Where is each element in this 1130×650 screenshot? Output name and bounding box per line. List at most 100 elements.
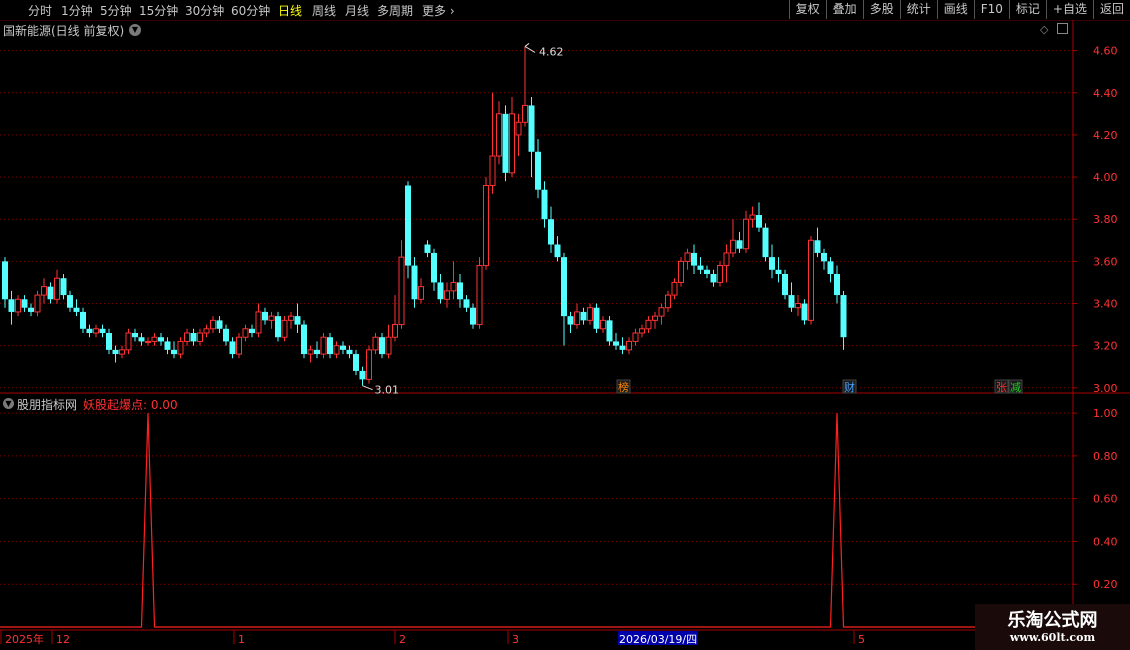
- candle-body: [652, 315, 658, 321]
- candle-body: [619, 345, 626, 350]
- candle-body: [28, 307, 34, 312]
- candle-body: [645, 319, 652, 330]
- price-tick-label: 4.00: [1093, 171, 1118, 184]
- event-marker-2: 张: [996, 381, 1007, 394]
- candle-body: [307, 349, 314, 355]
- candle-body: [567, 316, 574, 325]
- candle-body: [808, 239, 814, 321]
- price-tick-label: 4.40: [1093, 87, 1118, 100]
- candle-body: [632, 332, 639, 342]
- watermark-title: 乐淘公式网: [1007, 610, 1098, 631]
- low-label: 3.01: [375, 384, 400, 397]
- high-label: 4.62: [539, 45, 564, 58]
- candle-body: [470, 307, 476, 325]
- candle-body: [795, 303, 801, 309]
- watermark: 乐淘公式网 www.60lt.com: [975, 604, 1130, 650]
- candle-body: [827, 261, 834, 274]
- candle-body: [314, 349, 320, 355]
- candle-body: [223, 328, 229, 342]
- candle-body: [762, 227, 769, 258]
- candle-body: [119, 349, 125, 355]
- candle-body: [678, 260, 684, 283]
- candle-body: [541, 189, 548, 220]
- candle-body: [814, 240, 821, 253]
- candles-layer: [0, 46, 1073, 628]
- candle-body: [788, 295, 795, 308]
- candle-body: [593, 307, 600, 329]
- indicator-line: [0, 413, 1073, 628]
- candle-body: [112, 349, 119, 355]
- price-tick-label: 3.40: [1093, 298, 1118, 311]
- candle-body: [138, 337, 145, 342]
- indicator-menu-icon[interactable]: ▼: [3, 398, 14, 409]
- candle-body: [600, 319, 606, 330]
- price-tick-label: 4.20: [1093, 129, 1118, 142]
- candle-body: [801, 303, 808, 321]
- candle-body: [34, 294, 41, 313]
- candle-body: [476, 265, 483, 326]
- indicator-tick-label: 0.20: [1093, 578, 1118, 591]
- candle-body: [249, 328, 255, 333]
- price-tick-label: 3.00: [1093, 382, 1118, 395]
- time-label-1: 12: [56, 633, 70, 646]
- candle-body: [554, 244, 561, 258]
- candle-body: [704, 269, 710, 274]
- candle-body: [86, 328, 93, 333]
- candle-body: [411, 265, 418, 300]
- candle-body: [613, 341, 619, 346]
- candle-body: [158, 337, 164, 342]
- price-tick-label: 3.60: [1093, 255, 1118, 268]
- candle-body: [736, 240, 743, 249]
- candle-body: [463, 299, 470, 308]
- main-chart[interactable]: 4.60 4.40 4.20 4.00 3.80 3.60 3.40 3.20 3.00 1.00…: [0, 0, 1130, 650]
- candle-body: [47, 286, 54, 300]
- candle-body: [93, 328, 99, 334]
- candle-body: [691, 252, 697, 266]
- candle-body: [80, 311, 86, 329]
- candle-body: [288, 315, 294, 321]
- indicator-name[interactable]: 股朋指标网: [17, 396, 77, 413]
- candle-body: [177, 340, 184, 355]
- candle-body: [398, 256, 405, 326]
- candle-body: [535, 151, 541, 190]
- time-label-3: 2: [399, 633, 406, 646]
- candle-body: [379, 337, 385, 355]
- candle-body: [457, 282, 463, 300]
- candle-body: [587, 307, 593, 321]
- candle-body: [392, 324, 398, 338]
- candle-body: [658, 307, 665, 317]
- candle-body: [834, 274, 840, 296]
- candle-body: [444, 290, 450, 300]
- candle-body: [496, 113, 502, 157]
- event-marker-0: 榜: [618, 380, 629, 394]
- candle-body: [8, 299, 15, 312]
- candle-body: [424, 244, 431, 253]
- candle-body: [723, 252, 730, 267]
- candle-body: [301, 324, 307, 355]
- indicator-tick-label: 0.60: [1093, 493, 1118, 506]
- candle-body: [340, 345, 346, 350]
- candle-body: [164, 341, 171, 350]
- candle-body: [769, 257, 775, 270]
- candle-body: [262, 311, 268, 321]
- candle-body: [639, 328, 645, 334]
- candle-body: [483, 185, 489, 267]
- candle-body: [437, 282, 444, 300]
- candle-body: [671, 281, 678, 296]
- candle-body: [151, 336, 158, 342]
- indicator-tick-label: 0.80: [1093, 450, 1118, 463]
- candle-body: [132, 333, 138, 338]
- candle-body: [515, 121, 522, 136]
- candle-body: [730, 239, 736, 254]
- candle-body: [190, 333, 197, 342]
- candle-body: [255, 311, 262, 334]
- candle-body: [346, 349, 353, 355]
- price-tick-label: 4.60: [1093, 45, 1118, 58]
- candle-body: [327, 337, 333, 355]
- candle-body: [372, 336, 379, 351]
- candle-body: [606, 320, 613, 342]
- candle-body: [229, 341, 236, 355]
- candle-body: [184, 332, 190, 342]
- candle-body: [353, 354, 359, 371]
- candle-body: [15, 298, 21, 313]
